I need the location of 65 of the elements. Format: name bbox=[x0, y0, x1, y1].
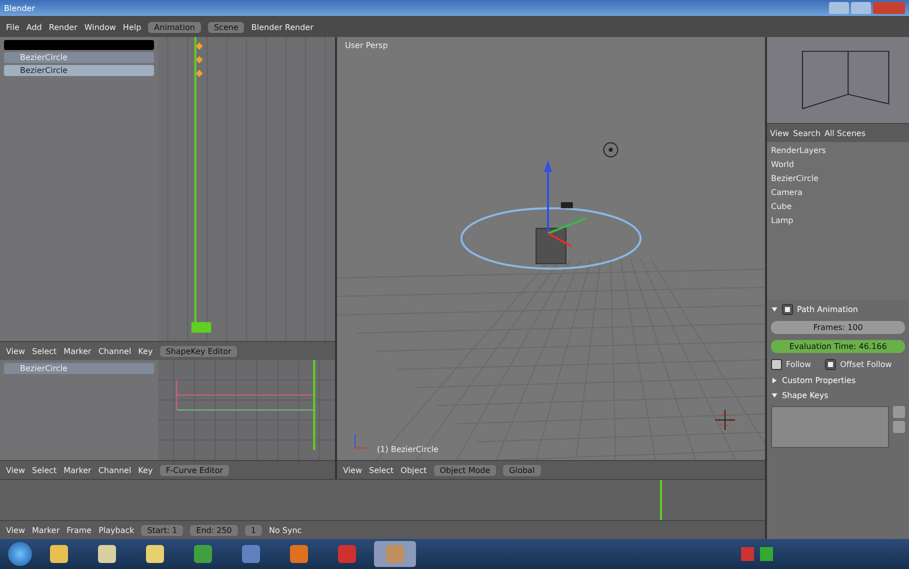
outliner-item[interactable]: Cube bbox=[771, 202, 905, 211]
menu-item[interactable]: Channel bbox=[98, 346, 132, 356]
menu-item[interactable]: Window bbox=[84, 22, 116, 32]
screen-layout-dropdown[interactable]: Animation bbox=[148, 22, 201, 32]
menu-item[interactable]: View bbox=[6, 526, 25, 534]
menu-item[interactable]: Channel bbox=[98, 466, 132, 474]
channel-row[interactable]: BezierCircle bbox=[4, 65, 154, 76]
3d-cursor-icon bbox=[715, 410, 735, 430]
outliner-item[interactable]: BezierCircle bbox=[771, 174, 905, 183]
expand-toggle[interactable] bbox=[771, 306, 778, 313]
expand-toggle[interactable] bbox=[771, 377, 778, 384]
current-frame-field[interactable]: 1 bbox=[244, 524, 262, 536]
checkbox[interactable] bbox=[782, 304, 793, 315]
list-box[interactable] bbox=[771, 406, 889, 448]
menu-item[interactable]: Frame bbox=[66, 526, 92, 534]
sync-dropdown[interactable]: No Sync bbox=[268, 526, 302, 534]
menu-item[interactable]: Select bbox=[368, 466, 394, 474]
object-label: (1) BezierCircle bbox=[377, 445, 438, 454]
outliner-item[interactable]: RenderLayers bbox=[771, 146, 905, 155]
frames-field[interactable]: Frames: 100 bbox=[771, 321, 905, 334]
window-title: Blender bbox=[4, 4, 35, 12]
menu-item[interactable]: Object bbox=[400, 466, 427, 474]
current-frame-line bbox=[660, 480, 662, 520]
outliner-item[interactable]: Camera bbox=[771, 188, 905, 197]
outliner-item[interactable]: World bbox=[771, 160, 905, 169]
outliner-item[interactable]: Lamp bbox=[771, 216, 905, 225]
panel-title: Path Animation bbox=[797, 305, 858, 314]
menu-item[interactable]: Marker bbox=[64, 466, 92, 474]
menu-item[interactable]: Marker bbox=[32, 526, 60, 534]
evaluation-time-field[interactable]: Evaluation Time: 46.166 bbox=[771, 340, 905, 353]
mode-dropdown[interactable]: Object Mode bbox=[434, 464, 496, 476]
menu-item[interactable]: View bbox=[770, 128, 789, 138]
menu-item[interactable]: Playback bbox=[98, 526, 134, 534]
menu-item[interactable]: View bbox=[343, 466, 362, 474]
menu-item[interactable]: Help bbox=[122, 22, 142, 32]
render-engine-dropdown[interactable]: Blender Render bbox=[251, 22, 314, 32]
menu-item[interactable]: Render bbox=[48, 22, 78, 32]
expand-toggle[interactable] bbox=[771, 392, 778, 399]
checkbox[interactable] bbox=[771, 359, 782, 370]
checkbox[interactable] bbox=[825, 359, 836, 370]
channel-row[interactable]: BezierCircle bbox=[4, 363, 154, 374]
orientation-dropdown[interactable]: Global bbox=[503, 464, 541, 476]
scene-dropdown[interactable]: Scene bbox=[208, 22, 244, 32]
menu-item[interactable]: Search bbox=[792, 128, 820, 138]
view-label: User Persp bbox=[345, 41, 388, 50]
menu-item[interactable]: File bbox=[6, 22, 20, 32]
channel-row[interactable]: BezierCircle bbox=[4, 52, 154, 63]
menu-item[interactable]: Select bbox=[32, 346, 57, 356]
menu-item[interactable]: View bbox=[6, 346, 25, 356]
menu-item[interactable]: Key bbox=[138, 346, 153, 356]
menu-item[interactable]: Key bbox=[138, 466, 153, 474]
start-button[interactable] bbox=[8, 542, 32, 566]
menu-item[interactable]: Add bbox=[26, 22, 42, 32]
option-label: Offset Follow bbox=[840, 360, 892, 369]
menu-item[interactable]: View bbox=[6, 466, 25, 474]
panel-title: Shape Keys bbox=[782, 391, 828, 400]
menu-item[interactable]: Select bbox=[32, 466, 57, 474]
start-frame-field[interactable]: Start: 1 bbox=[141, 524, 184, 536]
option-label: Follow bbox=[786, 360, 812, 369]
panel-title: Custom Properties bbox=[782, 376, 856, 385]
menu-item[interactable]: Marker bbox=[64, 346, 92, 356]
mode-dropdown[interactable]: ShapeKey Editor bbox=[160, 346, 238, 356]
menu-item[interactable]: All Scenes bbox=[824, 128, 866, 138]
mode-dropdown[interactable]: F-Curve Editor bbox=[160, 464, 229, 476]
end-frame-field[interactable]: End: 250 bbox=[190, 524, 238, 536]
